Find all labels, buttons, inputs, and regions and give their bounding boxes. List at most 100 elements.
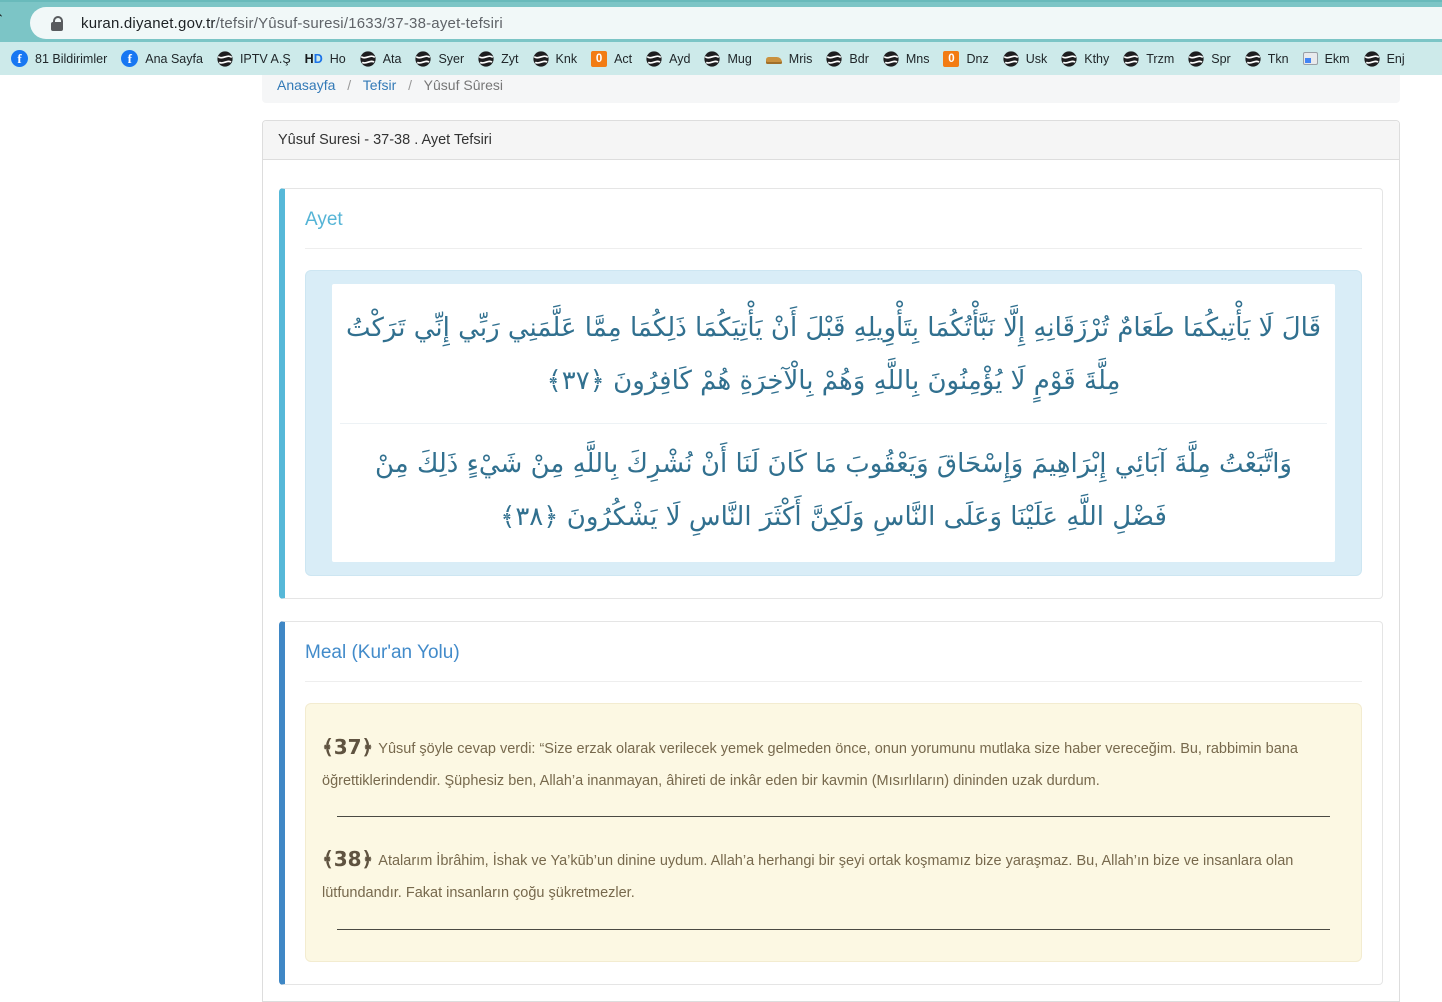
ayet-box: قَالَ لَا يَأْتِيكُمَا طَعَامٌ تُرْزَقَا… xyxy=(305,270,1362,576)
bookmark-item[interactable]: Tkn xyxy=(1238,46,1296,72)
bookmark-label: IPTV A.Ş xyxy=(240,52,291,66)
bookmark-item[interactable]: Mns xyxy=(876,46,937,72)
bookmark-label: Ayd xyxy=(669,52,690,66)
bookmark-label: Ekm xyxy=(1325,52,1350,66)
facebook-icon: f xyxy=(11,50,28,67)
globe-icon xyxy=(704,51,720,67)
tefsir-panel: Yûsuf Suresi - 37-38 . Ayet Tefsiri Ayet… xyxy=(262,120,1400,1002)
globe-icon xyxy=(1245,51,1261,67)
globe-icon xyxy=(415,51,431,67)
bookmark-label: Mug xyxy=(727,52,751,66)
bookmark-item[interactable]: Knk xyxy=(526,46,585,72)
bookmark-item[interactable]: Enj xyxy=(1357,46,1412,72)
orange-badge-icon: 0 xyxy=(591,51,607,67)
divider xyxy=(337,816,1330,817)
bookmark-item[interactable]: Bdr xyxy=(819,46,875,72)
bookmark-item[interactable]: Ekm xyxy=(1296,46,1357,72)
breadcrumb-separator: / xyxy=(347,77,351,93)
bookmark-label: Zyt xyxy=(501,52,518,66)
ayet-inner-box: قَالَ لَا يَأْتِيكُمَا طَعَامٌ تُرْزَقَا… xyxy=(332,284,1335,562)
bookmark-label: Tkn xyxy=(1268,52,1289,66)
translation-37: Yûsuf şöyle cevap verdi: “Size erzak ola… xyxy=(322,741,1298,789)
globe-icon xyxy=(1364,51,1380,67)
bookmark-label: Enj xyxy=(1387,52,1405,66)
bookmark-label: Trzm xyxy=(1146,52,1174,66)
ayet-heading: Ayet xyxy=(305,209,1362,231)
globe-icon xyxy=(646,51,662,67)
bookmark-item[interactable]: HD Ho xyxy=(298,46,353,72)
url-text: kuran.diyanet.gov.tr/tefsir/Yûsuf-suresi… xyxy=(81,15,503,32)
breadcrumb-anasayfa[interactable]: Anasayfa xyxy=(277,77,335,93)
meal-item-37: ﴾37﴿Yûsuf şöyle cevap verdi: “Size erzak… xyxy=(322,728,1345,795)
bookmark-item[interactable]: Ata xyxy=(353,46,409,72)
page-title: Yûsuf Suresi - 37-38 . Ayet Tefsiri xyxy=(263,121,1399,160)
bookmark-item[interactable]: Mris xyxy=(759,46,820,72)
url-path: /tefsir/Yûsuf-suresi/1633/37-38-ayet-tef… xyxy=(216,15,503,32)
facebook-icon: f xyxy=(121,50,138,67)
orange-badge-icon: 0 xyxy=(943,51,959,67)
meal-text-38: ﴾38﴿Atalarım İbrâhim, İshak ve Ya’kūb’un… xyxy=(322,840,1345,907)
bookmarks-bar: f 81 Bildirimler f Ana Sayfa IPTV A.Ş HD Ho Ata… xyxy=(0,42,1442,75)
globe-icon xyxy=(478,51,494,67)
globe-icon xyxy=(1123,51,1139,67)
arabic-verse-37: قَالَ لَا يَأْتِيكُمَا طَعَامٌ تُرْزَقَا… xyxy=(340,288,1327,423)
toolbar-arrow-icon[interactable]: ↑ xyxy=(0,8,5,29)
url-host: kuran.diyanet.gov.tr xyxy=(81,15,216,32)
globe-icon xyxy=(217,51,233,67)
bookmark-label: Ho xyxy=(330,52,346,66)
divider xyxy=(337,929,1330,930)
bookmark-label: Kthy xyxy=(1084,52,1109,66)
bookmark-label: Usk xyxy=(1026,52,1048,66)
meal-text-37: ﴾37﴿Yûsuf şöyle cevap verdi: “Size erzak… xyxy=(322,728,1345,795)
bookmark-label: Ata xyxy=(383,52,402,66)
bookmark-label: Dnz xyxy=(966,52,988,66)
globe-icon xyxy=(360,51,376,67)
arabic-verse-38: وَاتَّبَعْتُ مِلَّةَ آبَائِي إِبْرَاهِيم… xyxy=(340,423,1327,559)
globe-icon xyxy=(1188,51,1204,67)
bookmark-item[interactable]: Kthy xyxy=(1054,46,1116,72)
bookmark-item[interactable]: f Ana Sayfa xyxy=(114,46,210,72)
car-icon xyxy=(766,57,782,64)
bookmark-item[interactable]: f 81 Bildirimler xyxy=(4,46,114,72)
divider xyxy=(305,248,1362,249)
bookmark-label: Act xyxy=(614,52,632,66)
lock-icon[interactable] xyxy=(52,16,64,31)
bookmark-label: Knk xyxy=(556,52,578,66)
app-window-icon xyxy=(1303,52,1318,65)
bookmark-label: Ana Sayfa xyxy=(145,52,203,66)
verse-number-38: ﴾38﴿ xyxy=(322,847,373,871)
globe-icon xyxy=(533,51,549,67)
bookmark-item[interactable]: 0 Dnz xyxy=(936,46,995,72)
bookmark-label: Bdr xyxy=(849,52,868,66)
browser-toolbar: ↑ kuran.diyanet.gov.tr/tefsir/Yûsuf-sure… xyxy=(0,0,1442,42)
bookmark-item[interactable]: Mug xyxy=(697,46,758,72)
meal-box: ﴾37﴿Yûsuf şöyle cevap verdi: “Size erzak… xyxy=(305,703,1362,962)
bookmark-item[interactable]: Syer xyxy=(408,46,471,72)
globe-icon xyxy=(1003,51,1019,67)
panel-body: Ayet قَالَ لَا يَأْتِيكُمَا طَعَامٌ تُرْ… xyxy=(263,160,1399,1001)
bookmark-label: Mns xyxy=(906,52,930,66)
globe-icon xyxy=(1061,51,1077,67)
bookmark-item[interactable]: Spr xyxy=(1181,46,1237,72)
divider xyxy=(305,681,1362,682)
bookmark-item[interactable]: Trzm xyxy=(1116,46,1181,72)
bookmark-item[interactable]: IPTV A.Ş xyxy=(210,46,298,72)
breadcrumb-current: Yûsuf Sûresi xyxy=(424,77,503,93)
breadcrumb-tefsir[interactable]: Tefsir xyxy=(363,77,396,93)
bookmark-label: Spr xyxy=(1211,52,1230,66)
hd-icon: HD xyxy=(305,52,323,66)
meal-heading: Meal (Kur'an Yolu) xyxy=(305,642,1362,664)
verse-number-37: ﴾37﴿ xyxy=(322,735,373,759)
bookmark-item[interactable]: 0 Act xyxy=(584,46,639,72)
page-content: Anasayfa / Tefsir / Yûsuf Sûresi Yûsuf S… xyxy=(0,75,1442,1002)
bookmark-label: Mris xyxy=(789,52,813,66)
address-bar[interactable]: kuran.diyanet.gov.tr/tefsir/Yûsuf-suresi… xyxy=(30,7,1442,39)
globe-icon xyxy=(883,51,899,67)
bookmark-item[interactable]: Usk xyxy=(996,46,1055,72)
bookmark-label: Syer xyxy=(438,52,464,66)
meal-section: Meal (Kur'an Yolu) ﴾37﴿Yûsuf şöyle cevap… xyxy=(279,621,1383,985)
bookmark-item[interactable]: Zyt xyxy=(471,46,525,72)
bookmark-item[interactable]: Ayd xyxy=(639,46,697,72)
ayet-section: Ayet قَالَ لَا يَأْتِيكُمَا طَعَامٌ تُرْ… xyxy=(279,188,1383,599)
bookmark-label: 81 Bildirimler xyxy=(35,52,107,66)
